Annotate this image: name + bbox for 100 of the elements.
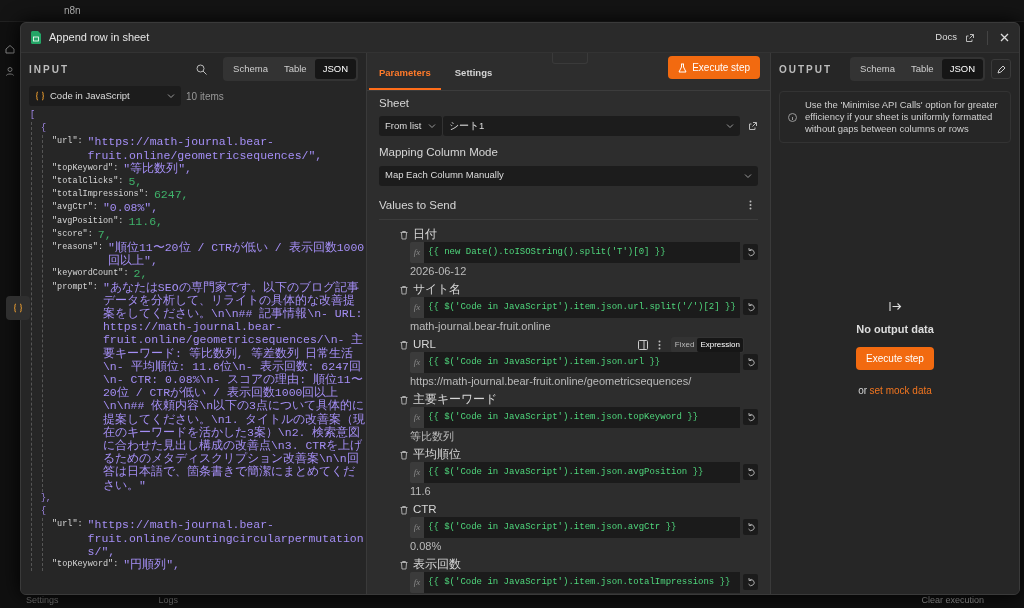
expression-result: 2026-06-12 (410, 264, 468, 277)
delete-button[interactable] (399, 449, 409, 460)
reset-icon (746, 357, 755, 368)
chevron-down-icon (428, 122, 436, 131)
delete-button[interactable] (399, 339, 409, 350)
chevron-down-icon (167, 92, 175, 100)
app-name: n8n (64, 4, 81, 18)
section-title: Values to Send (379, 197, 457, 213)
node-select[interactable]: Code in JavaScript (29, 86, 181, 106)
json-value: 2, (133, 267, 149, 281)
trash-icon (399, 229, 409, 240)
expression-result: 11.6 (410, 484, 432, 497)
set-mock-data-link[interactable]: set mock data (869, 382, 932, 398)
search-button[interactable] (196, 63, 208, 75)
sheet-select[interactable]: シート1 (443, 116, 740, 137)
reset-button[interactable] (743, 354, 758, 371)
reset-button[interactable] (743, 519, 758, 536)
mapping-select[interactable]: Map Each Column Manually (379, 165, 758, 186)
delete-button[interactable] (399, 504, 409, 515)
expression-field[interactable]: {{ $('Code in JavaScript').item.json.totalImpressions }} (424, 571, 740, 593)
trash-icon (399, 449, 409, 460)
view-tab[interactable]: Schema (225, 58, 276, 80)
json-key: "avgPosition": (52, 214, 124, 228)
expression-field[interactable]: {{ $('Code in JavaScript').item.json.avgPosition }} (424, 461, 740, 483)
braces-icon (13, 303, 23, 313)
kebab-icon (657, 339, 661, 350)
expression-result: 0.08% (410, 539, 443, 552)
expression-result: https://math-journal.bear-fruit.online/geometricsequences/ (410, 374, 693, 387)
json-key: "totalClicks": (52, 175, 124, 189)
delete-button[interactable] (399, 559, 409, 570)
options-button[interactable] (749, 200, 752, 211)
expression-field[interactable]: {{ $('Code in JavaScript').item.json.url.split('/')[2] }} (424, 296, 740, 318)
open-link-button[interactable] (748, 121, 758, 132)
expression-field[interactable]: {{ $('Code in JavaScript').item.json.url }} (424, 351, 740, 373)
reset-button[interactable] (743, 409, 758, 426)
mode-select[interactable]: From list (379, 116, 443, 137)
reset-button[interactable] (743, 244, 758, 261)
json-value: "あなたはSEOの専門家です。以下のブログ記事データを分析して、リライトの具体的な改善提案をしてください。\n\n## 記事情報\n- URL: https://math-journal.bear-fruit.online/geometricsequences/\n- 主要キーワード: 等比数列, 等差数列 日常生活\n- 平均順位: 11.6位\n- 表示回数: 6247回\n- CTR: 0.08%\n- スコアの理由: 順位11〜20位 / CTRが低い / 表示回数1000回以上\n\n## 依頼内容\n以下の3点について具体的に提案してください。\n1. タイトルの改善案（現在のキーワードを活かした3案）\n2. 検索意図に合わせた見出し構成の改善点\n3. CTRを上げるためのメタディスクリプション改善案\n\n回答は日本語で、箇条書きで簡潔にまとめてください。" (102, 280, 366, 492)
reset-icon (746, 247, 755, 258)
json-value: "等比数列", (123, 161, 194, 175)
json-value: 11.6, (128, 214, 164, 228)
delete-button[interactable] (399, 284, 409, 295)
reset-icon (746, 412, 755, 423)
reset-button[interactable] (743, 464, 758, 481)
close-button[interactable] (1000, 33, 1009, 42)
json-value: "https://math-journal.bear-fruit.online/countingcircularpermutations/", (87, 518, 365, 558)
close-icon (1000, 33, 1009, 42)
expression-marker: fx (410, 351, 424, 373)
options-button[interactable] (657, 339, 661, 350)
node-icon-button[interactable] (6, 296, 30, 320)
expression-field[interactable]: {{ $('Code in JavaScript').item.json.avgCtr }} (424, 516, 740, 538)
mode-option[interactable]: Expression (697, 337, 743, 352)
pencil-icon (996, 64, 1006, 74)
person-icon[interactable] (5, 66, 15, 76)
settings-tab[interactable]: Settings (444, 65, 503, 90)
view-tab[interactable]: Table (275, 58, 315, 80)
expression-field[interactable]: {{ $('Code in JavaScript').item.json.topKeyword }} (424, 406, 740, 428)
json-value: "円順列", (123, 557, 182, 572)
item-count: 10 items (186, 89, 224, 104)
expression-field[interactable]: {{ new Date().toISOString().split('T')[0] }} (424, 241, 740, 263)
field-label: サイト名 (413, 282, 461, 298)
dialog-title: Append row in sheet (49, 30, 150, 46)
view-tab[interactable]: JSON (314, 58, 356, 80)
external-link-icon (748, 121, 758, 132)
reset-icon (746, 302, 755, 313)
reset-button[interactable] (743, 574, 758, 591)
docs-link[interactable]: Docs (935, 30, 957, 45)
panel-toggle-button[interactable] (637, 339, 648, 350)
edit-button[interactable] (991, 59, 1011, 79)
view-tab[interactable]: Table (902, 58, 942, 80)
expression-result: 等比数列 (410, 429, 455, 442)
json-key: "url": (52, 135, 83, 162)
json-key: "url": (52, 518, 83, 558)
json-value: 5, (128, 175, 144, 189)
delete-button[interactable] (399, 229, 409, 240)
expression-marker: fx (410, 571, 424, 593)
reset-button[interactable] (743, 299, 758, 316)
field-label: 主要キーワード (413, 392, 497, 408)
json-bracket: }, (41, 491, 53, 505)
kebab-icon (749, 200, 752, 211)
expression-marker: fx (410, 516, 424, 538)
mode-option[interactable]: Fixed (671, 337, 698, 352)
view-tab[interactable]: Schema (852, 58, 903, 80)
empty-title: No output data (856, 322, 934, 337)
home-icon[interactable] (5, 44, 15, 54)
braces-icon (35, 91, 45, 101)
reset-icon (746, 467, 755, 478)
view-tab[interactable]: JSON (941, 58, 983, 80)
search-icon (196, 63, 208, 75)
info-icon (788, 112, 797, 122)
trash-icon (399, 504, 409, 515)
trash-icon (399, 559, 409, 570)
sheet-icon (31, 31, 41, 44)
json-value: "0.08%", (102, 201, 160, 215)
delete-button[interactable] (399, 394, 409, 405)
chevron-down-icon (744, 171, 752, 180)
settings-tab[interactable]: Parameters (369, 65, 441, 90)
clear-execution-button[interactable]: Clear execution (921, 594, 984, 608)
trash-icon (399, 339, 409, 350)
or-text: or (858, 383, 868, 398)
